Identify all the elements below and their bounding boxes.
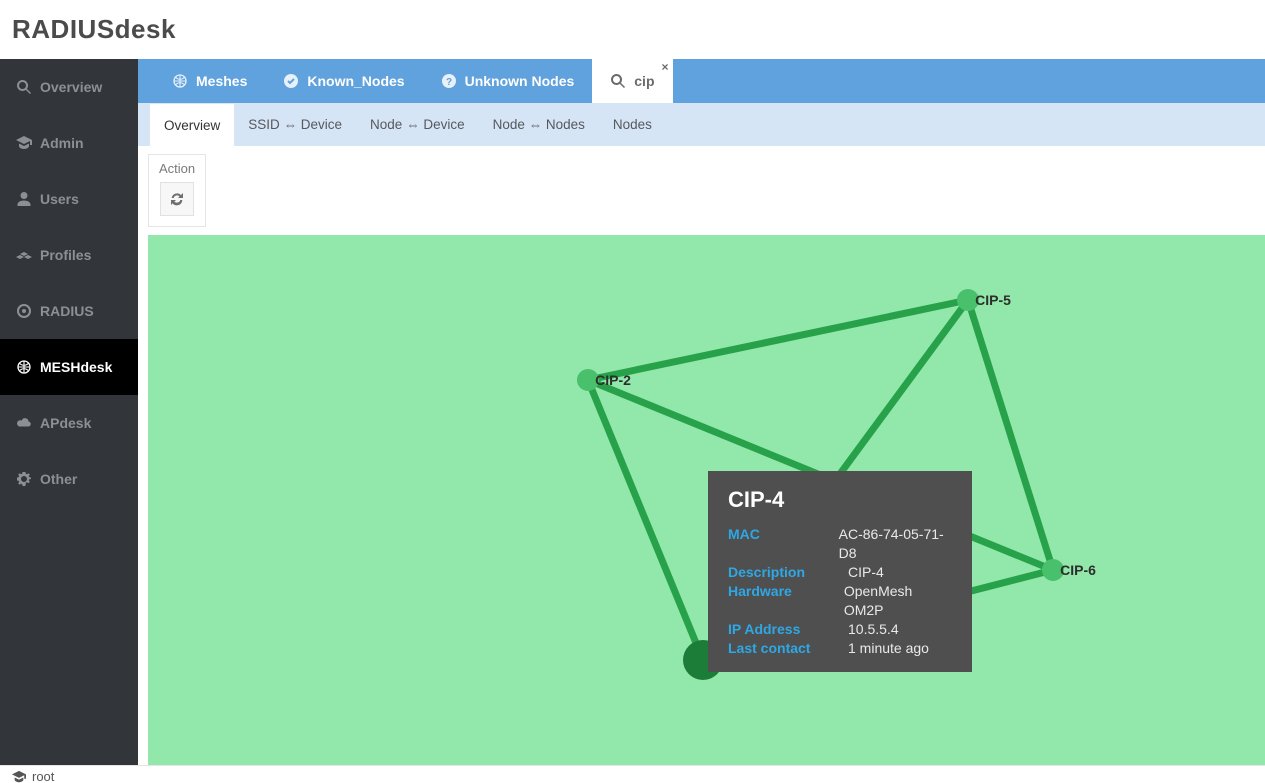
tab-cip[interactable]: cip × [592, 59, 672, 103]
subtab-label: SSID ⇔ Device [248, 117, 342, 132]
tooltip-row: Last contact1 minute ago [728, 639, 952, 658]
tab-label: Meshes [196, 73, 247, 89]
sidebar-item-profiles[interactable]: Profiles [0, 227, 138, 283]
tooltip-value: AC-86-74-05-71-D8 [839, 525, 952, 563]
footer: root [0, 765, 1265, 783]
action-label: Action [159, 161, 195, 176]
tab-unknown-nodes[interactable]: ? Unknown Nodes [423, 59, 593, 103]
tab-meshes[interactable]: Meshes [154, 59, 265, 103]
tooltip-row: DescriptionCIP-4 [728, 563, 952, 582]
tab-known-nodes[interactable]: Known_Nodes [265, 59, 422, 103]
tab-label: Unknown Nodes [465, 73, 575, 89]
subtab-bar: Overview SSID ⇔ Device Node ⇔ Device Nod… [138, 103, 1265, 146]
sidebar-item-users[interactable]: Users [0, 171, 138, 227]
target-icon [16, 303, 32, 319]
mesh-edge [968, 300, 1053, 570]
app-title: RADIUSdesk [0, 0, 1265, 59]
magnifier-icon [610, 73, 626, 89]
mesh-icon [172, 73, 188, 89]
sidebar-item-label: Users [40, 191, 79, 207]
close-icon[interactable]: × [661, 61, 668, 73]
check-circle-icon [283, 73, 299, 89]
magnifier-icon [16, 79, 32, 95]
graduation-icon [12, 770, 26, 783]
topbar: Meshes Known_Nodes ? Unknown Nodes cip × [138, 59, 1265, 103]
tooltip-key: Description [728, 563, 848, 582]
subtab-label: Node ⇔ Nodes [493, 117, 585, 132]
sidebar: Overview Admin Users Profiles RADIUS MES… [0, 59, 138, 765]
sidebar-item-radius[interactable]: RADIUS [0, 283, 138, 339]
sidebar-item-label: Overview [40, 79, 102, 95]
subtab-node-nodes[interactable]: Node ⇔ Nodes [479, 103, 599, 146]
sidebar-item-other[interactable]: Other [0, 451, 138, 507]
toolbar: Action [138, 146, 1265, 235]
tooltip-value: OpenMesh OM2P [844, 582, 952, 620]
sidebar-item-apdesk[interactable]: APdesk [0, 395, 138, 451]
gear-icon [16, 471, 32, 487]
tooltip-value: CIP-4 [848, 563, 884, 582]
svg-text:?: ? [446, 77, 452, 88]
tooltip-title: CIP-4 [728, 487, 952, 513]
mesh-node-label: CIP-6 [1060, 562, 1096, 578]
graduation-icon [16, 135, 32, 151]
main-wrap: Overview Admin Users Profiles RADIUS MES… [0, 59, 1265, 765]
tooltip-value: 1 minute ago [848, 639, 929, 658]
sidebar-item-label: Other [40, 471, 77, 487]
node-tooltip: CIP-4 MACAC-86-74-05-71-D8DescriptionCIP… [708, 471, 972, 672]
mesh-svg [148, 235, 1265, 765]
tooltip-row: IP Address10.5.5.4 [728, 620, 952, 639]
sidebar-item-label: RADIUS [40, 303, 94, 319]
sidebar-item-label: MESHdesk [40, 359, 112, 375]
cloud-icon [16, 415, 32, 431]
refresh-button[interactable] [160, 182, 194, 216]
tooltip-key: Last contact [728, 639, 848, 658]
refresh-icon [169, 191, 185, 207]
mesh-icon [16, 359, 32, 375]
tooltip-row: MACAC-86-74-05-71-D8 [728, 525, 952, 563]
tooltip-value: 10.5.5.4 [848, 620, 899, 639]
sidebar-item-meshdesk[interactable]: MESHdesk [0, 339, 138, 395]
subtab-node-device[interactable]: Node ⇔ Device [356, 103, 479, 146]
subtab-ssid-device[interactable]: SSID ⇔ Device [234, 103, 356, 146]
subtab-nodes[interactable]: Nodes [599, 103, 666, 146]
footer-user: root [32, 769, 54, 783]
question-circle-icon: ? [441, 73, 457, 89]
sidebar-item-label: Profiles [40, 247, 91, 263]
subtab-overview[interactable]: Overview [150, 103, 234, 146]
subtab-label: Overview [164, 118, 220, 133]
mesh-node-label: CIP-2 [595, 372, 631, 388]
content-area: Meshes Known_Nodes ? Unknown Nodes cip ×… [138, 59, 1265, 765]
mesh-node-label: CIP-5 [975, 292, 1011, 308]
action-group: Action [148, 154, 206, 227]
mesh-canvas[interactable]: CIP-2 CIP-4 CIP-5 CIP-6 CIP-4 MACAC-86-74-0… [148, 235, 1265, 765]
subtab-label: Node ⇔ Device [370, 117, 465, 132]
tooltip-row: HardwareOpenMesh OM2P [728, 582, 952, 620]
tab-label: cip [634, 73, 654, 89]
tooltip-key: IP Address [728, 620, 848, 639]
mesh-edge [588, 300, 968, 380]
user-icon [16, 191, 32, 207]
sidebar-item-label: Admin [40, 135, 84, 151]
tooltip-key: MAC [728, 525, 839, 563]
cubes-icon [16, 247, 32, 263]
sidebar-item-overview[interactable]: Overview [0, 59, 138, 115]
subtab-label: Nodes [613, 117, 652, 132]
sidebar-item-admin[interactable]: Admin [0, 115, 138, 171]
sidebar-item-label: APdesk [40, 415, 91, 431]
tab-label: Known_Nodes [307, 73, 404, 89]
tooltip-key: Hardware [728, 582, 844, 620]
